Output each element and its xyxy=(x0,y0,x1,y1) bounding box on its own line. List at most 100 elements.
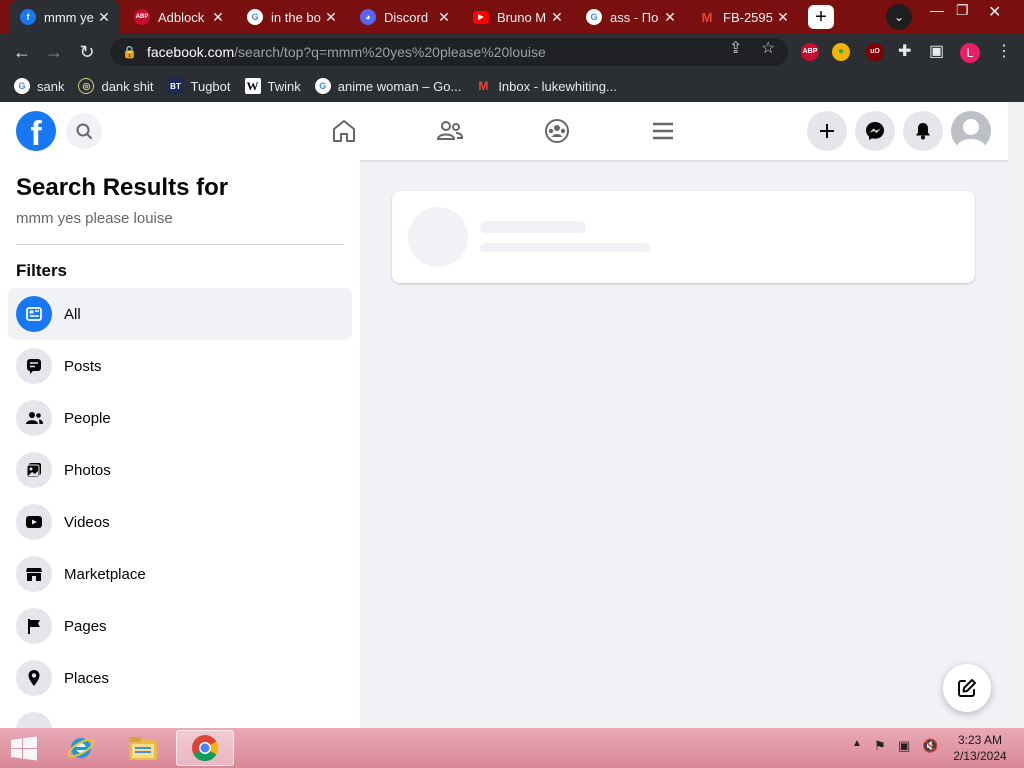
result-skeleton-card xyxy=(392,191,975,283)
chrome-icon xyxy=(192,735,219,762)
filter-videos[interactable]: Videos xyxy=(8,496,352,548)
feed-icon xyxy=(16,296,52,332)
skeleton-line xyxy=(480,243,650,252)
close-icon[interactable]: ✕ xyxy=(549,9,565,26)
groups-filter-icon xyxy=(16,712,52,728)
volume-muted-icon[interactable]: 🔇 xyxy=(922,738,938,754)
facebook-header: f xyxy=(0,102,1008,160)
bookmark-dank-shit[interactable]: ◎ dank shit xyxy=(78,78,154,94)
new-message-button[interactable] xyxy=(943,664,991,712)
taskbar-file-explorer[interactable] xyxy=(114,730,172,766)
bookmark-sank[interactable]: G sank xyxy=(14,78,64,94)
home-icon[interactable] xyxy=(329,116,359,146)
tab-google-search-2[interactable]: G ass - По ✕ xyxy=(576,0,686,34)
new-tab-button[interactable]: + xyxy=(808,5,834,29)
clock-date: 2/13/2024 xyxy=(953,749,1007,763)
action-center-flag-icon[interactable]: ⚑ xyxy=(874,738,886,754)
filter-pages[interactable]: Pages xyxy=(8,600,352,652)
tab-facebook-search[interactable]: f mmm ye ✕ xyxy=(10,0,120,34)
messenger-icon xyxy=(866,122,884,140)
tab-adblock[interactable]: ABP Adblock ✕ xyxy=(124,0,234,34)
wikipedia-icon: W xyxy=(244,78,261,94)
bt-icon: BT xyxy=(167,78,184,94)
filters-heading: Filters xyxy=(16,261,68,280)
discord-icon: ◕ xyxy=(360,9,376,25)
skeleton-avatar xyxy=(408,207,468,267)
filter-places[interactable]: Places xyxy=(8,652,352,704)
extensions-puzzle-icon[interactable]: ✚ xyxy=(898,41,911,61)
messenger-button[interactable] xyxy=(855,111,895,151)
create-button[interactable] xyxy=(807,111,847,151)
taskbar-internet-explorer[interactable] xyxy=(52,730,110,766)
share-icon[interactable]: ⇪ xyxy=(729,38,742,58)
star-icon[interactable]: ☆ xyxy=(761,38,775,58)
google-icon: G xyxy=(314,78,331,94)
filter-people[interactable]: People xyxy=(8,392,352,444)
tab-google-search[interactable]: G in the bo ✕ xyxy=(237,0,347,34)
tab-gmail[interactable]: M FB-2595 ✕ xyxy=(689,0,799,34)
close-icon[interactable]: ✕ xyxy=(775,9,791,26)
restore-button[interactable]: ❐ xyxy=(956,2,969,19)
more-menu-icon[interactable]: ⋮ xyxy=(996,41,1012,61)
close-icon[interactable]: ✕ xyxy=(662,9,678,26)
account-avatar[interactable] xyxy=(951,111,991,151)
groups-icon[interactable] xyxy=(542,116,572,146)
internet-explorer-icon xyxy=(67,738,95,758)
notifications-button[interactable] xyxy=(903,111,943,151)
abp-icon: ABP xyxy=(134,9,150,25)
compose-icon xyxy=(958,679,976,697)
profile-avatar[interactable]: L xyxy=(960,43,980,63)
close-icon[interactable]: ✕ xyxy=(323,9,339,26)
google-icon: G xyxy=(586,9,602,25)
pin-icon xyxy=(16,660,52,696)
bookmark-anime-woman[interactable]: G anime woman – Go... xyxy=(314,78,461,94)
filter-more[interactable] xyxy=(8,704,352,728)
extension-person-icon[interactable]: ● xyxy=(832,43,850,61)
close-icon[interactable]: ✕ xyxy=(210,9,226,26)
gmail-icon: M xyxy=(701,9,713,25)
filter-photos[interactable]: Photos xyxy=(8,444,352,496)
facebook-logo[interactable]: f xyxy=(16,111,56,151)
bookmark-inbox[interactable]: M Inbox - lukewhiting... xyxy=(475,78,617,94)
address-bar[interactable]: 🔒 facebook.com/search/top?q=mmm%20yes%20… xyxy=(110,38,788,66)
search-filters-panel: Search Results for mmm yes please louise… xyxy=(0,160,360,728)
abp-extension-icon[interactable]: ABP xyxy=(801,43,819,61)
bookmark-twink[interactable]: W Twink xyxy=(244,78,301,94)
ublock-icon[interactable]: uO xyxy=(866,43,884,61)
forward-button[interactable]: → xyxy=(43,41,65,63)
folder-icon xyxy=(129,737,157,760)
system-clock[interactable]: 3:23 AM 2/13/2024 xyxy=(950,732,1010,764)
taskbar-chrome[interactable] xyxy=(176,730,234,766)
minimize-button[interactable]: — xyxy=(930,2,944,18)
menu-icon[interactable] xyxy=(648,116,678,146)
search-button[interactable] xyxy=(66,113,102,149)
browser-toolbar: ← → ↻ 🔒 facebook.com/search/top?q=mmm%20… xyxy=(0,34,1024,70)
close-icon[interactable]: ✕ xyxy=(436,9,452,26)
google-icon: G xyxy=(247,9,263,25)
videos-icon xyxy=(16,504,52,540)
close-icon[interactable]: ✕ xyxy=(96,9,112,26)
default-avatar-icon xyxy=(956,119,986,151)
back-button[interactable]: ← xyxy=(11,41,33,63)
globe-icon: ◎ xyxy=(78,78,95,94)
window-close-button[interactable]: ✕ xyxy=(988,2,1001,22)
friends-icon[interactable] xyxy=(435,116,465,146)
page-scrollbar[interactable] xyxy=(1008,102,1024,728)
network-icon[interactable]: ▣ xyxy=(898,738,910,754)
tab-search-button[interactable]: ⌄ xyxy=(886,4,912,30)
marketplace-icon xyxy=(16,556,52,592)
youtube-icon: ▶ xyxy=(473,10,489,24)
start-button[interactable] xyxy=(10,736,38,767)
show-hidden-icons[interactable]: ▲ xyxy=(852,738,862,749)
clock-time: 3:23 AM xyxy=(957,733,1003,747)
filter-all[interactable]: All xyxy=(8,288,352,340)
tab-youtube[interactable]: ▶ Bruno M ✕ xyxy=(463,0,573,34)
filter-posts[interactable]: Posts xyxy=(8,340,352,392)
bookmark-tugbot[interactable]: BT Tugbot xyxy=(167,78,231,94)
gmail-icon: M xyxy=(478,79,489,93)
tab-discord[interactable]: ◕ Discord ✕ xyxy=(350,0,460,34)
windows-logo-icon xyxy=(11,736,37,761)
filter-marketplace[interactable]: Marketplace xyxy=(8,548,352,600)
side-panel-icon[interactable]: ▣ xyxy=(929,41,944,61)
reload-button[interactable]: ↻ xyxy=(76,41,98,63)
